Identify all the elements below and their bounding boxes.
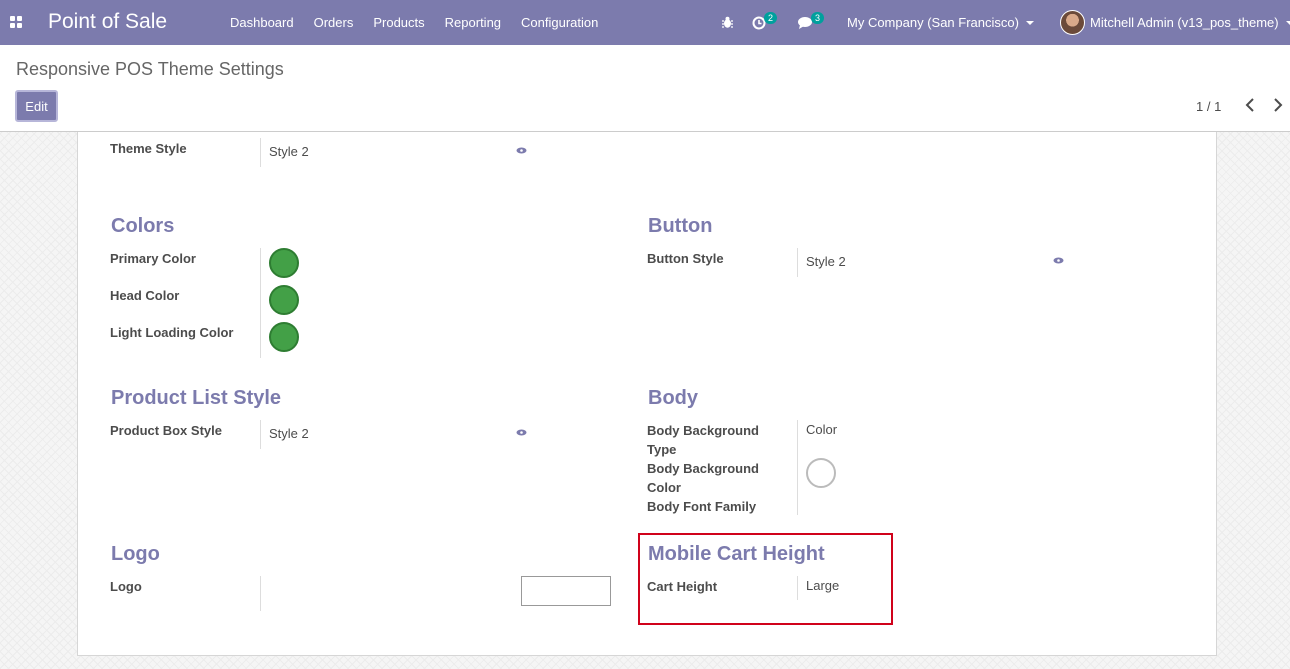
field-divider [797, 248, 798, 277]
chevron-down-icon [1285, 20, 1290, 25]
company-name: My Company (San Francisco) [847, 15, 1019, 30]
product-box-style-label: Product Box Style [110, 423, 222, 438]
user-name: Mitchell Admin (v13_pos_theme) [1090, 15, 1279, 30]
body-bg-type-value[interactable]: Color [806, 422, 837, 437]
field-divider [260, 576, 261, 611]
body-bg-color-label: Body Background Color [647, 459, 759, 497]
menu-dashboard[interactable]: Dashboard [220, 15, 304, 30]
light-loading-color-swatch[interactable] [269, 322, 299, 352]
chevron-down-icon [1025, 20, 1034, 25]
field-divider [260, 138, 261, 167]
head-color-swatch[interactable] [269, 285, 299, 315]
menu-reporting[interactable]: Reporting [435, 15, 511, 30]
user-menu[interactable]: Mitchell Admin (v13_pos_theme) [1060, 0, 1290, 45]
product-box-style-value[interactable]: Style 2 [269, 426, 309, 441]
menu-products[interactable]: Products [363, 15, 434, 30]
eye-icon[interactable] [516, 429, 527, 436]
cart-height-value[interactable]: Large [806, 578, 839, 593]
button-style-label: Button Style [647, 251, 724, 266]
primary-color-label: Primary Color [110, 251, 196, 266]
light-loading-color-label: Light Loading Color [110, 325, 234, 340]
menu-configuration[interactable]: Configuration [511, 15, 608, 30]
message-count-badge: 3 [811, 12, 825, 24]
label-line: Body Background [647, 423, 759, 438]
menu-orders[interactable]: Orders [304, 15, 364, 30]
logo-group-title: Logo [111, 543, 160, 565]
field-divider [260, 420, 261, 449]
button-style-value[interactable]: Style 2 [806, 254, 846, 269]
apps-menu-icon[interactable] [10, 16, 22, 28]
label-line: Body Background [647, 461, 759, 476]
product-list-group-title: Product List Style [111, 387, 282, 409]
top-navbar: Point of Sale Dashboard Orders Products … [0, 0, 1290, 45]
body-bg-color-swatch[interactable] [806, 458, 836, 488]
chevron-right-icon[interactable] [1271, 97, 1285, 113]
field-divider [260, 248, 261, 358]
content-area: Theme Style Style 2 Colors Primary Color… [0, 132, 1290, 669]
field-divider [797, 576, 798, 600]
body-group-title: Body [648, 387, 698, 409]
body-font-family-label: Body Font Family [647, 499, 757, 514]
chevron-left-icon[interactable] [1243, 97, 1257, 113]
theme-style-value[interactable]: Style 2 [269, 144, 309, 159]
app-title[interactable]: Point of Sale [48, 10, 167, 34]
messages-chat-icon[interactable]: 3 [797, 0, 825, 45]
colors-group-title: Colors [111, 215, 175, 237]
cart-height-label: Cart Height [647, 579, 718, 594]
eye-icon[interactable] [1053, 257, 1064, 264]
primary-color-swatch[interactable] [269, 248, 299, 278]
mobile-cart-group-title: Mobile Cart Height [648, 543, 825, 565]
main-menu: Dashboard Orders Products Reporting Conf… [220, 0, 608, 45]
label-line: Type [647, 442, 677, 457]
breadcrumb[interactable]: Responsive POS Theme Settings [16, 59, 284, 80]
field-divider [797, 420, 798, 515]
activity-clock-icon[interactable]: 2 [752, 0, 778, 45]
avatar [1060, 10, 1085, 35]
logo-image-field[interactable] [521, 576, 611, 606]
eye-icon[interactable] [516, 147, 527, 154]
pager-value[interactable]: 1 / 1 [1196, 99, 1221, 114]
button-group-title: Button [648, 215, 713, 237]
body-bg-type-label: Body Background Type [647, 421, 759, 459]
form-sheet: Theme Style Style 2 Colors Primary Color… [77, 132, 1217, 656]
edit-button[interactable]: Edit [15, 90, 58, 122]
head-color-label: Head Color [110, 288, 180, 303]
activity-count-badge: 2 [764, 12, 778, 24]
control-panel: Responsive POS Theme Settings Edit 1 / 1 [0, 45, 1290, 132]
company-switcher[interactable]: My Company (San Francisco) [847, 0, 1034, 45]
debug-bug-icon[interactable] [721, 0, 734, 45]
logo-label: Logo [110, 579, 142, 594]
label-line: Color [647, 480, 681, 495]
theme-style-label: Theme Style [110, 141, 187, 156]
